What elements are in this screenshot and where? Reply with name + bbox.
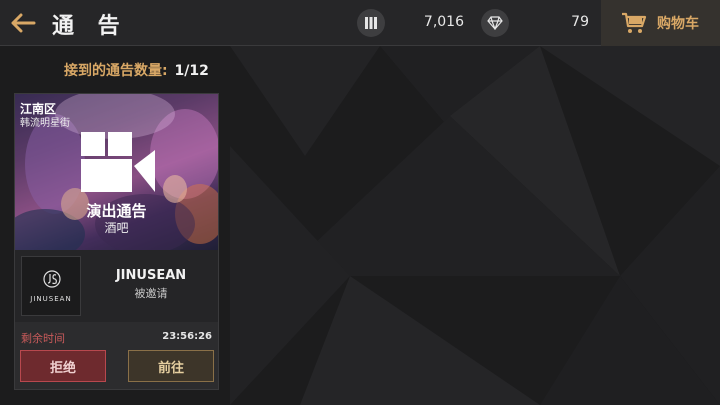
page-title: 通 告 [52,14,128,39]
cart-label: 购物车 [657,16,699,32]
company-name: JINUSEAN [115,268,187,283]
remaining-time-label: 剩余时间 [21,332,65,345]
cart-icon [622,12,647,33]
notice-count-label: 接到的通告数量: [64,63,168,79]
diamond-count: 79 [571,14,589,30]
event-type: 演出通告 [86,202,147,220]
event-image: 江南区 韩流明星街 演出通告 酒吧 [15,94,218,250]
go-button[interactable]: 前往 [128,350,214,382]
card-footer: 剩余时间 23:56:26 拒绝 前往 [15,322,218,389]
video-camera-icon [81,132,155,192]
card-icon [357,9,385,37]
card-count: 7,016 [423,14,464,30]
venue-label: 酒吧 [104,221,129,235]
shopping-cart-button[interactable]: 购物车 [601,0,720,46]
back-button[interactable] [8,9,38,37]
street-label: 韩流明星街 [20,118,70,129]
company-logo: JINUSEAN [21,256,81,316]
invite-status: 被邀请 [134,287,168,300]
go-label: 前往 [157,360,184,376]
logo-text: JINUSEAN [30,295,72,303]
jinusean-logo-icon [43,270,61,288]
reject-button[interactable]: 拒绝 [20,350,106,382]
notice-count: 接到的通告数量: 1/12 [64,60,209,80]
remaining-time-value: 23:56:26 [162,331,212,342]
top-bar: 通 告 7,016 79 购物车 [0,0,720,46]
notice-card[interactable]: 江南区 韩流明星街 演出通告 酒吧 JINUSEAN JINUSEAN 被邀请 … [14,93,219,390]
reject-label: 拒绝 [49,360,76,376]
company-row: JINUSEAN JINUSEAN 被邀请 [15,250,218,322]
diamond-icon [481,9,509,37]
notice-count-value: 1/12 [174,63,209,79]
back-arrow-icon [11,13,36,33]
